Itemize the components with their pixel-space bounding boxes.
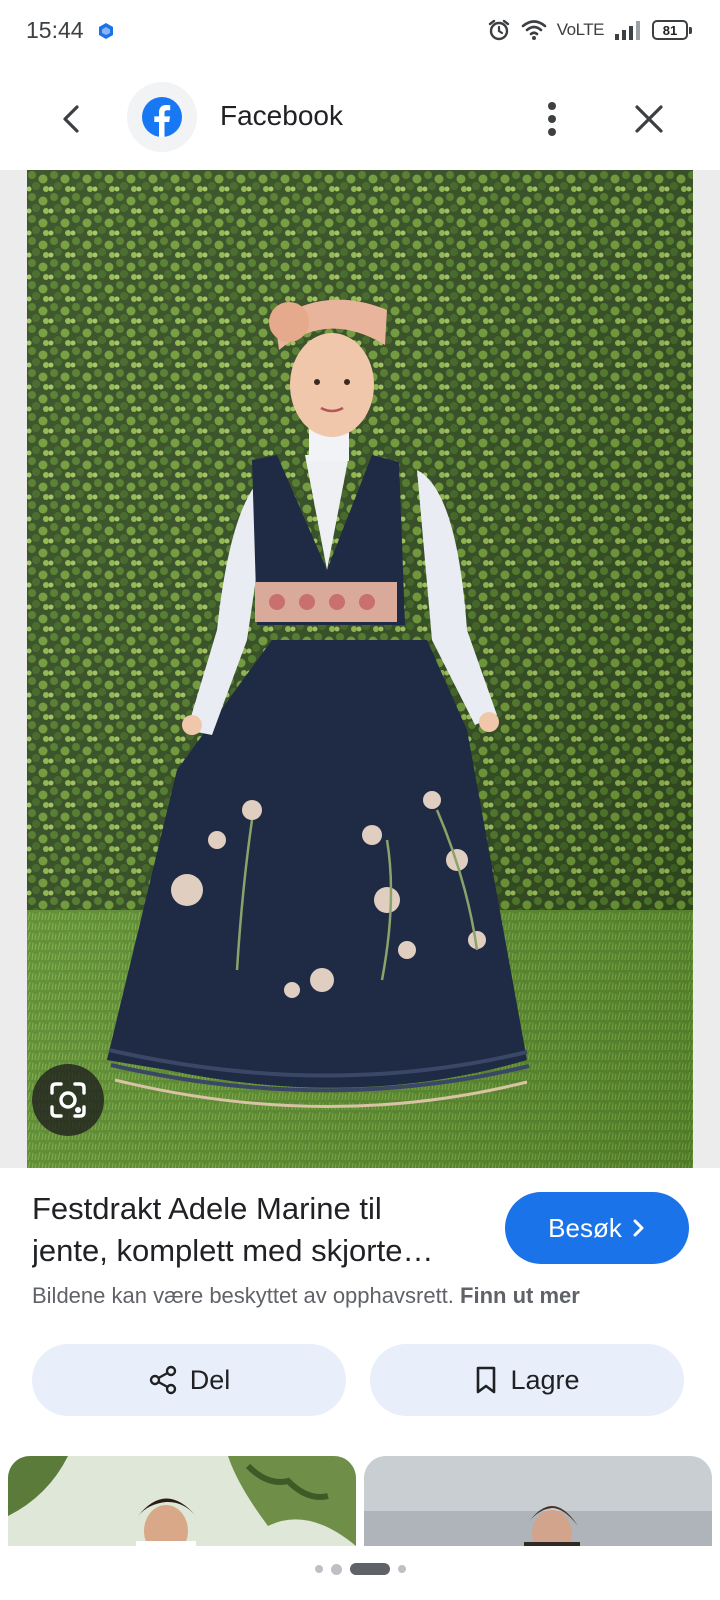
back-arrow-icon (63, 105, 79, 133)
back-button[interactable] (46, 94, 96, 144)
signal-icon (615, 21, 640, 40)
photo-girl-in-bunad[interactable] (27, 170, 693, 1168)
pager-dot-1[interactable] (314, 1565, 323, 1573)
copyright-notice: Bildene kan være beskyttet av opphavsret… (32, 1283, 580, 1309)
image-viewer (0, 170, 720, 1168)
network-type-label: VoLTE (556, 20, 605, 39)
related-image-2[interactable] (364, 1456, 712, 1546)
related-image-1[interactable] (8, 1456, 356, 1546)
google-lens-icon (50, 1082, 86, 1118)
share-button[interactable]: Del (32, 1344, 346, 1416)
more-options-button[interactable] (528, 94, 576, 144)
related-image-1-thumbnail (8, 1456, 356, 1546)
close-icon (635, 105, 663, 133)
learn-more-link[interactable]: Finn ut mer (460, 1283, 580, 1308)
image-title-line-1: Festdrakt Adele Marine til (32, 1191, 382, 1226)
google-lens-button[interactable] (32, 1064, 104, 1136)
share-icon (149, 1365, 176, 1395)
share-button-label: Del (189, 1364, 231, 1395)
image-title[interactable]: Festdrakt Adele Marine til jente, komple… (32, 1188, 482, 1272)
notification-app-icon (99, 23, 113, 39)
wifi-icon (521, 20, 547, 40)
visit-button[interactable]: Besøk (505, 1192, 689, 1264)
pager-dot-4[interactable] (397, 1565, 406, 1573)
save-button[interactable]: Lagre (370, 1344, 684, 1416)
bookmark-icon (477, 1366, 496, 1394)
status-time: 15:44 (26, 17, 84, 43)
image-pager (0, 1563, 720, 1575)
copyright-text: Bildene kan være beskyttet av opphavsret… (32, 1283, 454, 1308)
chevron-right-icon (633, 1219, 644, 1237)
facebook-logo-icon (142, 97, 182, 137)
viewer-top-bar: Facebook (0, 74, 720, 170)
source-title[interactable]: Facebook (220, 100, 343, 132)
pager-dot-2[interactable] (330, 1563, 342, 1575)
close-button[interactable] (624, 94, 674, 144)
source-avatar[interactable] (127, 82, 197, 152)
pager-dot-3-active[interactable] (349, 1563, 390, 1575)
battery-icon: 81 (652, 20, 692, 40)
alarm-icon (488, 19, 509, 41)
photo-illustration (27, 170, 693, 1168)
status-bar: 15:44 VoLTE 81 (0, 0, 720, 64)
status-icons: VoLTE 81 (487, 18, 692, 42)
more-vert-icon (548, 102, 556, 136)
visit-button-label: Besøk (548, 1212, 622, 1243)
save-button-label: Lagre (510, 1364, 580, 1395)
related-image-2-thumbnail (364, 1456, 712, 1546)
image-title-line-2: jente, komplett med skjorte… (32, 1233, 434, 1268)
